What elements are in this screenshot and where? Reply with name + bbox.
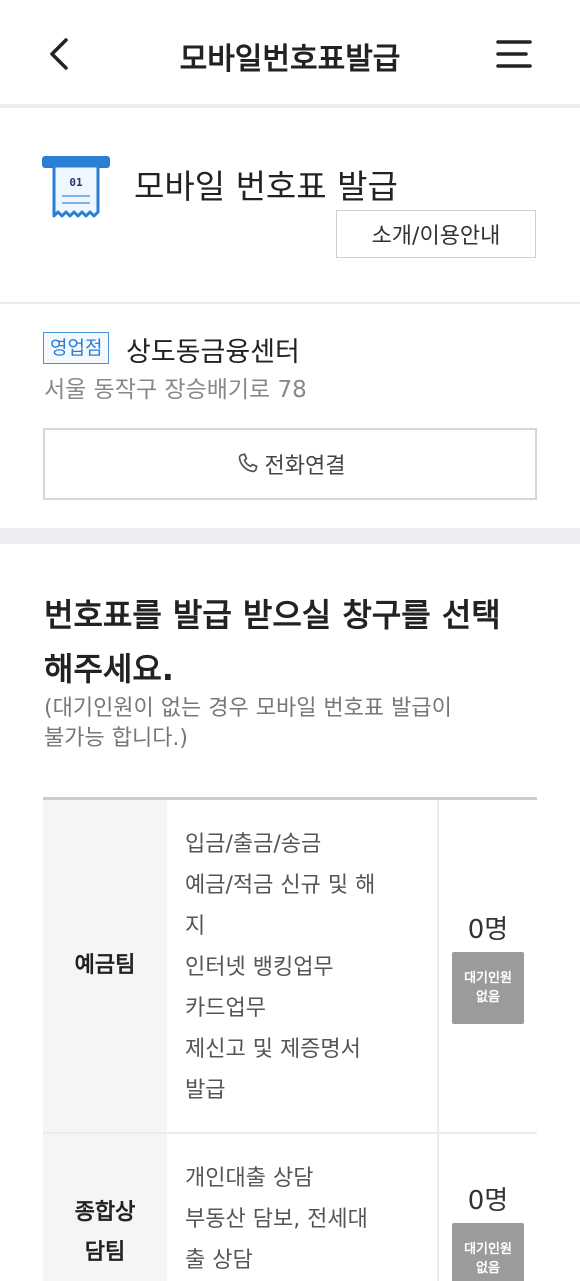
counter-row-consulting[interactable]: 종합상 담팀 개인대출 상담 부동산 담보, 전세대 출 상담 0명 대기인원 …	[43, 1134, 537, 1281]
waiting-info: 0명 대기인원 없음	[439, 1134, 537, 1281]
ticket-icon: 01	[42, 156, 110, 218]
section-divider	[0, 528, 580, 544]
branch-type-badge: 영업점	[43, 332, 110, 364]
waiting-info: 0명 대기인원 없음	[439, 800, 537, 1132]
task-item: 인터넷 뱅킹업무	[185, 955, 334, 980]
branch-name: 상도동금융센터	[126, 337, 300, 368]
selection-question: 번호표를 발급 받으실 창구를 선택 해주세요.	[44, 596, 501, 688]
team-name: 종합상 담팀	[43, 1134, 167, 1281]
waiting-count: 0명	[467, 1186, 509, 1216]
branch-info: 영업점 상도동금융센터 서울 동작구 장승배기로 78 전화연결	[0, 306, 580, 528]
task-item: 발급	[185, 1078, 226, 1103]
task-list: 입금/출금/송금 예금/적금 신규 및 해 지 인터넷 뱅킹업무 카드업무 제신…	[167, 800, 439, 1132]
phone-icon	[238, 453, 258, 473]
hamburger-menu-icon	[496, 40, 532, 68]
counter-row-deposit[interactable]: 예금팀 입금/출금/송금 예금/적금 신규 및 해 지 인터넷 뱅킹업무 카드업…	[43, 800, 537, 1134]
waiting-count: 0명	[467, 914, 509, 945]
top-app-bar: 모바일번호표발급	[0, 0, 580, 108]
waiting-status-badge: 대기인원 없음	[452, 951, 524, 1024]
branch-address: 서울 동작구 장승배기로 78	[44, 377, 307, 403]
task-item: 출 상담	[185, 1248, 253, 1273]
task-item: 제신고 및 제증명서	[185, 1037, 361, 1062]
task-item: 부동산 담보, 전세대	[185, 1207, 368, 1232]
menu-button[interactable]	[494, 36, 534, 72]
call-button-label: 전화연결	[264, 454, 346, 479]
service-header: 01 모바일 번호표 발급 소개/이용안내	[0, 108, 580, 304]
service-title: 모바일 번호표 발급	[134, 167, 398, 206]
task-item: 개인대출 상담	[185, 1166, 314, 1191]
svg-text:01: 01	[69, 176, 83, 189]
task-list: 개인대출 상담 부동산 담보, 전세대 출 상담	[167, 1134, 439, 1281]
task-item: 카드업무	[185, 996, 266, 1021]
selection-note: (대기인원이 없는 경우 모바일 번호표 발급이 불가능 합니다.)	[44, 696, 452, 751]
team-name: 예금팀	[43, 800, 167, 1132]
waiting-status-badge: 대기인원 없음	[452, 1223, 524, 1281]
guide-button[interactable]: 소개/이용안내	[336, 210, 536, 258]
call-button[interactable]: 전화연결	[43, 428, 537, 500]
task-item: 지	[185, 914, 206, 939]
task-item: 예금/적금 신규 및 해	[185, 873, 376, 898]
page-title: 모바일번호표발급	[179, 42, 401, 77]
counter-table: 예금팀 입금/출금/송금 예금/적금 신규 및 해 지 인터넷 뱅킹업무 카드업…	[43, 797, 537, 1281]
task-item: 입금/출금/송금	[185, 832, 322, 857]
counter-selection: 번호표를 발급 받으실 창구를 선택 해주세요. (대기인원이 없는 경우 모바…	[0, 544, 580, 1281]
